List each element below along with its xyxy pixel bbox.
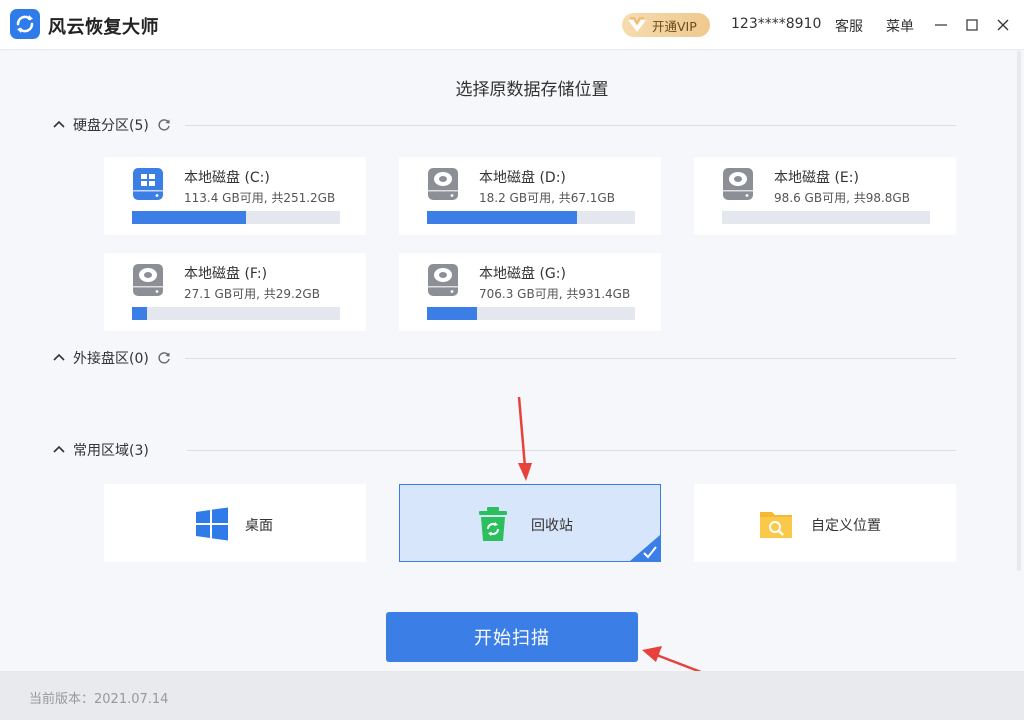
disk-name: 本地磁盘 (D:)	[479, 170, 566, 186]
selected-check-icon	[630, 535, 660, 561]
disk-name: 本地磁盘 (E:)	[774, 170, 859, 186]
disk-space: 98.6 GB可用, 共98.8GB	[774, 191, 910, 205]
customer-service-link[interactable]: 客服	[835, 16, 863, 36]
disk-card-f[interactable]: 本地磁盘 (F:) 27.1 GB可用, 共29.2GB	[104, 253, 366, 331]
area-card-desktop[interactable]: 桌面	[104, 484, 366, 562]
disk-card-g[interactable]: 本地磁盘 (G:) 706.3 GB可用, 共931.4GB	[399, 253, 661, 331]
section-external-header[interactable]: 外接盘区(0)	[52, 348, 956, 368]
area-card-custom-location[interactable]: 自定义位置	[694, 484, 956, 562]
close-button[interactable]	[991, 12, 1015, 38]
close-icon	[997, 19, 1009, 31]
section-common-label: 常用区域(3)	[73, 443, 149, 459]
user-account[interactable]: 123****8910	[731, 16, 821, 32]
disk-card-d[interactable]: 本地磁盘 (D:) 18.2 GB可用, 共67.1GB	[399, 157, 661, 235]
disk-usage-bar	[132, 211, 340, 224]
section-divider	[185, 358, 956, 359]
disk-name: 本地磁盘 (G:)	[479, 266, 566, 282]
disk-card-c[interactable]: 本地磁盘 (C:) 113.4 GB可用, 共251.2GB	[104, 157, 366, 235]
section-common-header[interactable]: 常用区域(3)	[52, 440, 956, 460]
refresh-icon[interactable]	[156, 350, 172, 366]
recycle-bin-icon	[479, 507, 507, 541]
vip-label: 开通VIP	[652, 18, 697, 34]
area-label: 桌面	[245, 518, 273, 534]
minimize-icon	[935, 24, 947, 26]
chevron-up-icon	[53, 353, 65, 361]
windows-icon	[196, 507, 228, 541]
area-card-recycle-bin[interactable]: 回收站	[399, 484, 661, 562]
disk-usage-bar	[427, 211, 635, 224]
vip-crown-icon	[628, 17, 646, 32]
system-disk-icon	[133, 168, 163, 200]
app-logo-icon	[10, 9, 40, 39]
hard-disk-icon	[723, 168, 753, 200]
menu-link[interactable]: 菜单	[886, 16, 914, 36]
minimize-button[interactable]	[929, 12, 953, 38]
start-scan-button[interactable]: 开始扫描	[386, 612, 638, 662]
area-label: 自定义位置	[811, 518, 881, 534]
app-title: 风云恢复大师	[48, 17, 159, 38]
folder-search-icon	[760, 512, 792, 538]
hard-disk-icon	[428, 168, 458, 200]
disk-name: 本地磁盘 (F:)	[184, 266, 268, 282]
scrollbar[interactable]	[1017, 51, 1021, 571]
open-vip-button[interactable]: 开通VIP	[622, 13, 710, 37]
disk-usage-bar	[722, 211, 930, 224]
chevron-up-icon	[53, 120, 65, 128]
hard-disk-icon	[133, 264, 163, 296]
refresh-icon[interactable]	[156, 117, 172, 133]
disk-usage-bar	[132, 307, 340, 320]
main-panel: 选择原数据存储位置 硬盘分区(5) 本地磁盘 (C:) 113.4 GB可用, …	[0, 51, 1024, 712]
section-external-label: 外接盘区(0)	[73, 351, 149, 367]
section-divider	[187, 450, 956, 451]
version-label: 当前版本：2021.07.14	[29, 692, 169, 707]
hard-disk-icon	[428, 264, 458, 296]
disk-space: 18.2 GB可用, 共67.1GB	[479, 191, 615, 205]
disk-space: 706.3 GB可用, 共931.4GB	[479, 287, 631, 301]
footer: 当前版本：2021.07.14	[0, 671, 1024, 720]
section-partitions-header[interactable]: 硬盘分区(5)	[52, 115, 956, 135]
section-divider	[185, 125, 956, 126]
disk-space: 113.4 GB可用, 共251.2GB	[184, 191, 336, 205]
area-label: 回收站	[531, 518, 573, 534]
disk-card-e[interactable]: 本地磁盘 (E:) 98.6 GB可用, 共98.8GB	[694, 157, 956, 235]
disk-name: 本地磁盘 (C:)	[184, 170, 270, 186]
page-heading: 选择原数据存储位置	[455, 80, 609, 100]
chevron-up-icon	[53, 445, 65, 453]
title-bar: 风云恢复大师 开通VIP 123****8910 客服 菜单	[0, 0, 1024, 50]
disk-usage-bar	[427, 307, 635, 320]
disk-space: 27.1 GB可用, 共29.2GB	[184, 287, 320, 301]
section-partitions-label: 硬盘分区(5)	[73, 118, 149, 134]
maximize-button[interactable]	[960, 12, 984, 38]
maximize-icon	[966, 19, 978, 31]
